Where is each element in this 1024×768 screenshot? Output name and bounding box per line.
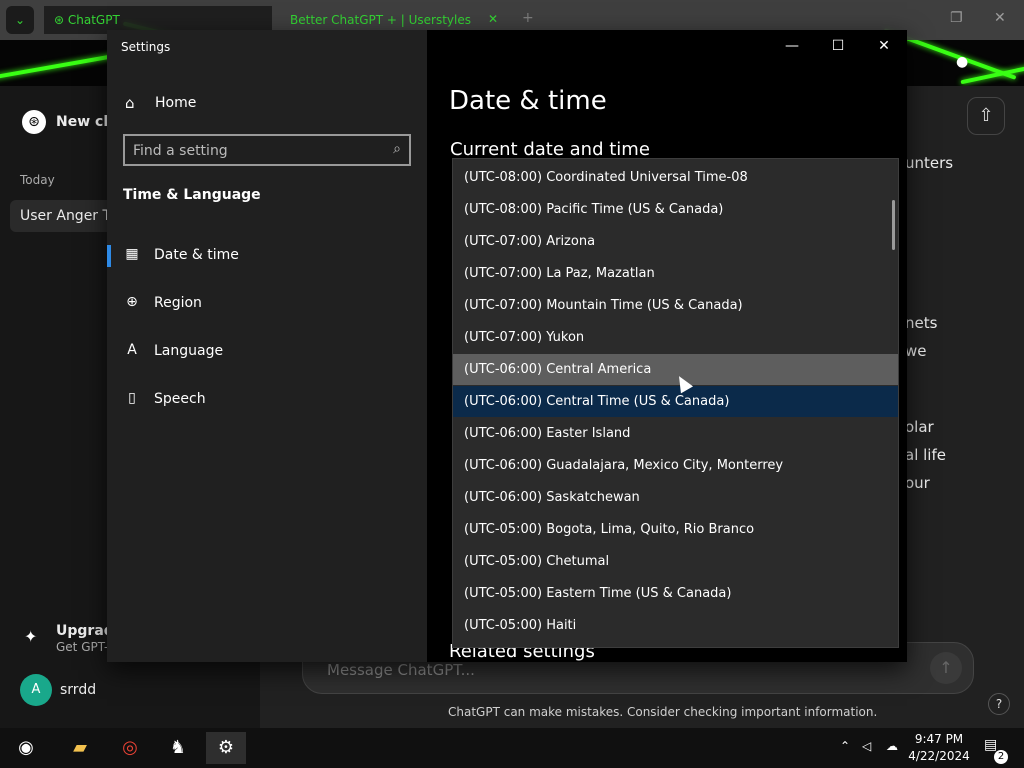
history-heading: Today (20, 173, 55, 187)
timezone-option[interactable]: (UTC-06:00) Saskatchewan (453, 482, 898, 513)
timezone-option[interactable]: (UTC-05:00) Haiti (453, 610, 898, 641)
avatar[interactable]: A (20, 674, 52, 706)
search-icon[interactable]: ⌕ (393, 141, 401, 157)
chrome-icon[interactable]: ◎ (110, 732, 150, 764)
volume-muted-icon[interactable]: ◁ (862, 739, 871, 753)
calendar-clock-icon: ▦ (125, 246, 139, 262)
disclaimer-text: ChatGPT can make mistakes. Consider chec… (448, 705, 878, 719)
microphone-icon: ▯ (128, 390, 136, 406)
browser-restore-icon[interactable]: ❐ (950, 10, 963, 26)
conversation-item[interactable]: User Anger To (10, 200, 120, 232)
nav-item-speech[interactable]: ▯ Speech (107, 379, 427, 419)
clock-date: 4/22/2024 (908, 749, 970, 763)
timezone-option[interactable]: (UTC-05:00) Bogota, Lima, Quito, Rio Bra… (453, 514, 898, 545)
settings-gear-icon[interactable]: ⚙ (206, 732, 246, 764)
user-name[interactable]: srrdd (60, 682, 96, 698)
start-globe-icon[interactable]: ◉ (6, 732, 46, 764)
selection-indicator (107, 245, 111, 267)
dropdown-scrollbar[interactable] (892, 200, 895, 250)
timezone-option[interactable]: (UTC-07:00) La Paz, Mazatlan (453, 258, 898, 289)
fox-app-icon[interactable]: ♞ (158, 732, 198, 764)
chat-text-fragment: al life (905, 446, 946, 464)
timezone-option[interactable]: (UTC-08:00) Pacific Time (US & Canada) (453, 194, 898, 225)
new-tab-button[interactable]: + (522, 10, 534, 26)
settings-nav-pane: Settings ⌂ Home ⌕ Time & Language ▦ Date… (107, 30, 427, 662)
globe-icon: ⊕ (126, 294, 138, 310)
close-button[interactable]: ✕ (861, 30, 907, 62)
timezone-option[interactable]: (UTC-07:00) Yukon (453, 322, 898, 353)
timezone-dropdown-list[interactable]: (UTC-08:00) Coordinated Universal Time-0… (452, 158, 899, 648)
taskbar-clock[interactable]: 9:47 PM 4/22/2024 (906, 731, 972, 765)
timezone-option-selected[interactable]: (UTC-06:00) Central Time (US & Canada) (453, 386, 898, 417)
timezone-option[interactable]: (UTC-05:00) Eastern Time (US & Canada) (453, 578, 898, 609)
chat-text-fragment: we (905, 342, 927, 360)
share-icon: ⇧ (978, 105, 994, 126)
chat-text-fragment: unters (905, 154, 954, 172)
page-title: Date & time (449, 86, 607, 116)
chat-text-fragment: our (905, 474, 930, 492)
share-button[interactable]: ⇧ (967, 97, 1005, 135)
message-placeholder: Message ChatGPT... (327, 661, 475, 679)
maximize-button[interactable]: ☐ (815, 30, 861, 62)
tab-list-button[interactable]: ⌄ (6, 6, 34, 34)
language-icon: A (127, 342, 137, 358)
window-title: Settings (121, 40, 171, 54)
send-button[interactable]: ↑ (930, 652, 962, 684)
taskbar: ◉ ▰ ◎ ♞ ⚙ ⌃ ◁ ☁ 9:47 PM 4/22/2024 ▤ 2 (0, 728, 1024, 768)
timezone-option[interactable]: (UTC-06:00) Easter Island (453, 418, 898, 449)
nav-item-language[interactable]: A Language (107, 331, 427, 371)
notification-count-badge: 2 (994, 750, 1008, 764)
arrow-up-icon: ↑ (939, 658, 953, 677)
timezone-option[interactable]: (UTC-07:00) Mountain Time (US & Canada) (453, 290, 898, 321)
timezone-option[interactable]: (UTC-07:00) Arizona (453, 226, 898, 257)
home-icon: ⌂ (125, 94, 135, 112)
timezone-option[interactable]: (UTC-08:00) Coordinated Universal Time-0… (453, 162, 898, 193)
timezone-option[interactable]: (UTC-05:00) Chetumal (453, 546, 898, 577)
timezone-option[interactable]: (UTC-06:00) Guadalajara, Mexico City, Mo… (453, 450, 898, 481)
chevron-up-icon[interactable]: ⌃ (840, 739, 850, 753)
nav-item-date-time[interactable]: ▦ Date & time (107, 235, 427, 275)
nav-home[interactable]: ⌂ Home (123, 92, 413, 116)
search-box[interactable]: ⌕ (123, 134, 411, 166)
openai-logo-icon: ⊛ (22, 110, 46, 134)
search-input[interactable] (133, 141, 373, 161)
network-icon[interactable]: ☁ (886, 739, 898, 753)
minimize-button[interactable]: — (769, 30, 815, 62)
profile-icon[interactable]: ● (956, 54, 968, 70)
clock-time: 9:47 PM (914, 732, 964, 746)
sparkle-icon: ✦ (24, 627, 38, 646)
chat-text-fragment: nets (905, 314, 938, 332)
chatgpt-tab-icon: ⊛ (54, 13, 68, 27)
settings-window: Settings ⌂ Home ⌕ Time & Language ▦ Date… (107, 30, 907, 662)
current-date-time-heading: Current date and time (450, 139, 650, 160)
help-button[interactable]: ? (988, 693, 1010, 715)
file-explorer-icon[interactable]: ▰ (60, 732, 100, 764)
browser-close-icon[interactable]: ✕ (994, 10, 1006, 26)
chat-text-fragment: olar (905, 418, 934, 436)
tab-close-button[interactable]: ✕ (488, 12, 498, 26)
nav-item-region[interactable]: ⊕ Region (107, 283, 427, 323)
section-heading: Time & Language (123, 187, 261, 203)
notifications-icon[interactable]: ▤ (984, 737, 997, 753)
